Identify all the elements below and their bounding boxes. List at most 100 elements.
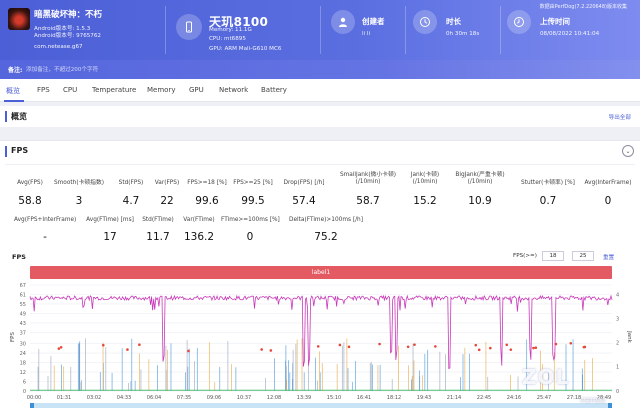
stat-delta-ftime-value: 75.2: [314, 231, 338, 243]
bigjank-marker: [489, 346, 492, 350]
stat-drop-label: Drop(FPS) [/h]: [283, 180, 325, 186]
stat-avg-ftime-value: 17: [103, 231, 117, 243]
bigjank-marker: [187, 349, 190, 353]
x-tick-label: 03:02: [87, 395, 101, 401]
stat-avg-ftime-label: Avg(FTime) [ms]: [86, 217, 134, 223]
stat-fps18-value: 99.6: [195, 195, 219, 207]
y2-tick-label: 0: [616, 389, 619, 395]
y-tick-label: 49: [20, 311, 26, 317]
overview-header: 概览 导出全部: [0, 106, 640, 127]
fps-filter-label: FPS(>=): [513, 253, 537, 259]
y-tick-label: 0: [23, 389, 26, 395]
bigjank-marker: [57, 347, 61, 350]
x-tick-label: 16:41: [357, 395, 371, 401]
stat-stutter-label: Stutter(卡顿率) [%]: [521, 180, 575, 186]
report-header: 暗黑破坏神：不朽 Android版本号: 1.5.3 Android版本号: 9…: [0, 0, 640, 60]
watermark-text: 中关村在线: [580, 398, 606, 404]
bigjank-marker: [406, 345, 410, 349]
tab-memory[interactable]: Memory: [147, 86, 175, 94]
bigjank-marker: [378, 342, 381, 346]
x-tick-label: 13:39: [297, 395, 311, 401]
tab-cpu[interactable]: CPU: [63, 86, 77, 94]
creator-value: li li: [362, 31, 370, 37]
stat-std-fps-value: 4.7: [122, 195, 140, 207]
section-marker: [5, 146, 7, 157]
bigjank-marker: [338, 343, 342, 347]
watermark-logo: ZOL: [522, 365, 570, 389]
tab-overview[interactable]: 概览: [6, 86, 20, 96]
y-axis-label: FPS: [10, 332, 16, 342]
bigjank-marker: [509, 348, 513, 351]
stat-bigjank-label: BigJank(严重卡顿) (/10min): [455, 172, 505, 185]
stat-fps25-label: FPS>=25 [%]: [233, 180, 273, 186]
tab-temperature[interactable]: Temperature: [92, 86, 136, 94]
fps-threshold-input-2[interactable]: 25: [572, 251, 594, 261]
label-bar[interactable]: label1: [30, 266, 612, 279]
note-label: 备注:: [8, 67, 23, 74]
section-gap: [0, 127, 640, 140]
bigjank-marker: [534, 346, 538, 350]
app-name: 暗黑破坏神：不朽: [34, 10, 103, 20]
y2-tick-label: 1: [616, 365, 619, 371]
y2-tick-label: 2: [616, 341, 619, 347]
y2-tick-label: 3: [616, 317, 619, 323]
device-cpu: CPU: mt6895: [209, 36, 246, 42]
y-tick-label: 24: [20, 351, 26, 357]
x-tick-label: 19:43: [417, 395, 431, 401]
stat-bigjank-value: 10.9: [468, 195, 492, 207]
stat-avg-fps-label: Avg(FPS): [17, 180, 43, 186]
divider: [5, 164, 635, 165]
bigjank-marker: [269, 349, 273, 352]
x-tick-label: 21:14: [447, 395, 461, 401]
x-tick-label: 10:37: [237, 395, 251, 401]
tab-fps[interactable]: FPS: [37, 86, 50, 94]
x-tick-label: 12:08: [267, 395, 281, 401]
x-tick-label: 01:31: [57, 395, 71, 401]
upload-time-value: 08/08/2022 10:41:04: [540, 31, 600, 37]
stat-stutter-value: 0.7: [539, 195, 557, 207]
bigjank-marker: [569, 341, 573, 345]
y-tick-label: 6: [23, 379, 26, 385]
range-handle-left: [30, 403, 34, 408]
fps-section: FPS ⌄ Avg(FPS) 58.8 Smooth(卡顿指数) 3 Std(F…: [0, 140, 640, 409]
x-tick-label: 06:04: [147, 395, 161, 401]
stat-interframe-label: Avg(InterFrame): [584, 180, 632, 186]
stat-var-fps-value: 22: [160, 195, 174, 207]
export-all-link[interactable]: 导出全部: [609, 113, 631, 121]
bigjank-marker: [126, 348, 129, 351]
overview-title: 概览: [11, 112, 27, 121]
bigjank-marker: [59, 346, 63, 349]
note-bar: 备注: 添加备注，不超过200个字符: [0, 60, 640, 79]
phone-icon: [176, 14, 202, 40]
reset-button[interactable]: 重置: [603, 253, 614, 261]
bigjank-marker: [260, 348, 263, 351]
chevron-down-icon: ⌄: [625, 147, 631, 155]
header-divider: [500, 6, 501, 54]
bigjank-marker: [477, 348, 481, 352]
collapse-button[interactable]: ⌄: [622, 145, 634, 157]
bigjank-marker: [474, 343, 478, 347]
stat-interframe-value: 0: [604, 195, 612, 207]
stat-smalljank-value: 58.7: [356, 195, 380, 207]
stat-fps18-label: FPS>=18 [%]: [187, 180, 227, 186]
fps-threshold-input-1[interactable]: 18: [542, 251, 564, 261]
x-tick-label: 24:16: [507, 395, 521, 401]
stat-avg-fps-interframe-value: -: [43, 231, 47, 243]
stat-std-fps-label: Std(FPS): [118, 180, 144, 186]
bigjank-marker: [554, 342, 558, 346]
fps-chart[interactable]: 061218243037434955616701234FPS Jank00:00 0…: [0, 281, 640, 410]
tab-gpu[interactable]: GPU: [189, 86, 204, 94]
tab-network[interactable]: Network: [219, 86, 248, 94]
y-tick-label: 67: [20, 283, 26, 289]
clock-icon: [413, 10, 437, 34]
stat-std-ftime-label: Std(FTime): [142, 217, 174, 223]
x-tick-label: 25:47: [537, 395, 551, 401]
y-tick-label: 43: [20, 321, 26, 327]
tab-battery[interactable]: Battery: [261, 86, 287, 94]
tab-bar: 概览 FPS CPU Temperature Memory GPU Networ…: [0, 79, 640, 102]
package-name: com.netease.g67: [34, 44, 83, 50]
y-tick-label: 61: [20, 292, 26, 298]
note-input[interactable]: 添加备注，不超过200个字符: [26, 65, 98, 73]
header-divider: [405, 6, 406, 54]
stat-smalljank-label: SmallJank(微小卡顿) (/10min): [339, 172, 397, 185]
